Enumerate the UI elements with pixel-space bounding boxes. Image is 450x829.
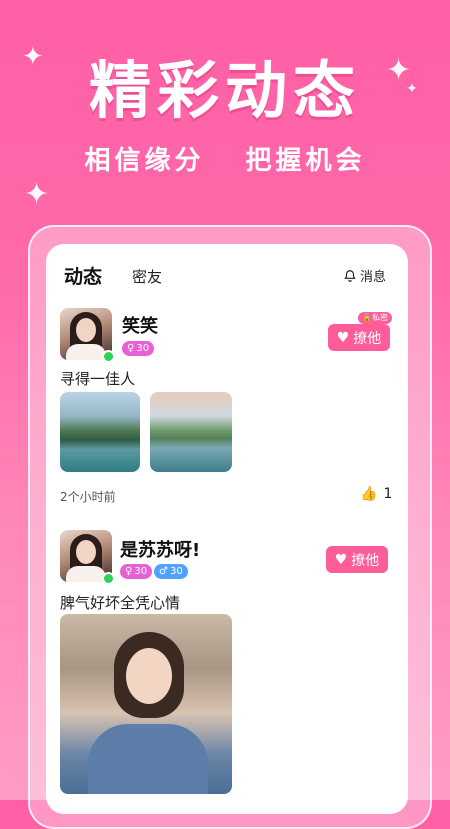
- age-badge: ♀ 30: [122, 341, 155, 356]
- hero-subtitle-left: 相信缘分: [84, 146, 205, 176]
- online-indicator: [102, 572, 115, 585]
- private-badge: 🔒私密: [358, 312, 392, 324]
- lock-icon: 🔒: [362, 313, 372, 322]
- messages-label: 消息: [359, 270, 386, 285]
- post-text: 寻得一佳人: [60, 370, 136, 388]
- tab-bar: 动态 密友 消息: [46, 244, 408, 296]
- post-text: 脾气好坏全凭心情: [60, 594, 181, 612]
- heart-chat-icon: ♥: [334, 551, 348, 568]
- hero-subtitle: 相信缘分 把握机会: [0, 140, 450, 177]
- female-icon: ♀: [127, 343, 135, 354]
- post-photo[interactable]: [150, 392, 232, 472]
- thumbs-up-icon: 👍: [360, 486, 378, 502]
- tab-moments[interactable]: 动态: [64, 262, 102, 289]
- female-icon: ♀: [125, 566, 133, 577]
- chat-button[interactable]: ♥ 撩他: [328, 324, 390, 351]
- post-time: 2个小时前: [60, 490, 116, 504]
- like-count: 1: [383, 486, 393, 502]
- hero-subtitle-right: 把握机会: [245, 146, 366, 176]
- chat-button[interactable]: ♥ 撩他: [326, 546, 388, 573]
- user-name[interactable]: 是苏苏呀!: [120, 536, 200, 562]
- age-badge: ♀ 30: [120, 564, 153, 579]
- heart-chat-icon: ♥: [336, 329, 350, 346]
- like-button[interactable]: 👍 1: [360, 486, 392, 502]
- bell-icon: [344, 269, 356, 282]
- tab-close-friends[interactable]: 密友: [132, 266, 162, 287]
- online-indicator: [102, 350, 115, 363]
- feed-card: 动态 密友 消息 笑笑 ♀ 30 🔒私密 ♥ 撩他 寻得一佳人 2个小时前 👍 …: [46, 244, 408, 814]
- male-badge: ♂ 30: [154, 564, 188, 579]
- post-photo[interactable]: [60, 614, 232, 794]
- hero-title: 精彩动态: [88, 54, 361, 127]
- male-icon: ♂: [159, 566, 168, 577]
- sparkle-icon: ✦: [24, 177, 50, 212]
- messages-button[interactable]: 消息: [343, 266, 386, 285]
- user-name[interactable]: 笑笑: [122, 312, 158, 338]
- post-photo[interactable]: [60, 392, 140, 472]
